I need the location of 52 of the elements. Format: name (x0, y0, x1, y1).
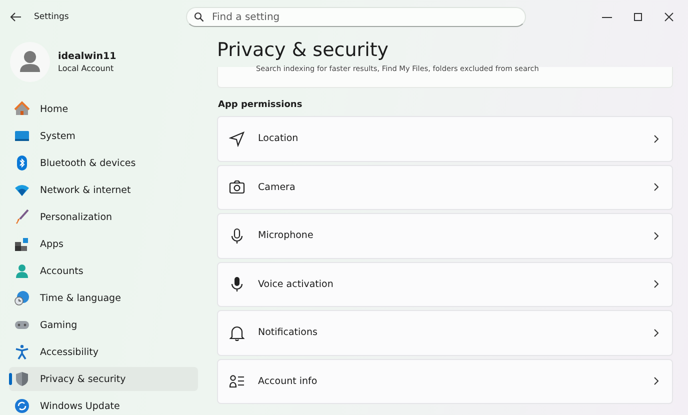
bell-icon (229, 324, 245, 341)
camera-icon (229, 179, 245, 196)
sidebar-item[interactable]: Network & internet (9, 178, 198, 202)
chevron-right-icon (652, 134, 660, 143)
sidebar-item[interactable]: Personalization (9, 205, 198, 229)
close-icon (664, 12, 674, 22)
section-heading: App permissions (218, 100, 304, 110)
microphone-icon (229, 276, 245, 292)
settings-card[interactable]: Notifications (217, 310, 673, 356)
settings-card[interactable]: Location (217, 116, 673, 162)
refresh-icon (14, 398, 30, 414)
settings-card[interactable]: Camera (217, 164, 673, 210)
account-name: idealwin11 (58, 51, 116, 62)
person-icon (14, 263, 30, 279)
sidebar-item[interactable]: Privacy & security (9, 367, 198, 391)
settings-card[interactable]: Microphone (217, 213, 673, 258)
chevron-right-icon (652, 232, 660, 240)
sidebar-item[interactable]: Home (9, 97, 198, 121)
sidebar-item[interactable]: Windows Update (9, 394, 198, 415)
sidebar-item[interactable]: Accessibility (9, 340, 198, 364)
page-title: Privacy & security (217, 39, 390, 63)
person-silhouette-icon (19, 50, 41, 74)
sidebar-item[interactable]: Time & language (9, 286, 198, 310)
apps-icon (14, 236, 30, 252)
navigation-arrow-icon (229, 130, 245, 147)
settings-card[interactable]: Voice activation (217, 262, 673, 307)
contact-list-icon (229, 373, 245, 390)
globe-clock-icon (14, 290, 30, 306)
chevron-right-icon (652, 377, 660, 386)
house-icon (14, 101, 30, 117)
maximize-icon (632, 12, 642, 22)
sidebar-item[interactable]: Accounts (9, 259, 198, 283)
accessibility-icon (14, 344, 30, 360)
sidebar-item[interactable]: System (9, 124, 198, 148)
sidebar-item[interactable]: Gaming (9, 313, 198, 337)
bluetooth-icon (14, 155, 30, 171)
window-title: Settings (34, 12, 70, 22)
back-arrow-icon[interactable] (9, 10, 23, 24)
sidebar-item[interactable]: Bluetooth & devices (9, 151, 198, 175)
chevron-right-icon (652, 183, 660, 192)
account-type: Local Account (58, 64, 115, 73)
search-field[interactable]: Find a setting (186, 7, 526, 27)
monitor-icon (14, 128, 30, 144)
wifi-icon (14, 182, 30, 198)
chevron-right-icon (652, 280, 660, 288)
chevron-right-icon (652, 328, 660, 337)
settings-card[interactable]: Account info (217, 358, 673, 404)
search-icon (194, 12, 204, 22)
shield-icon (14, 371, 30, 387)
paintbrush-icon (14, 209, 30, 225)
microphone-icon (229, 228, 245, 244)
sidebar-item[interactable]: Apps (9, 232, 198, 256)
